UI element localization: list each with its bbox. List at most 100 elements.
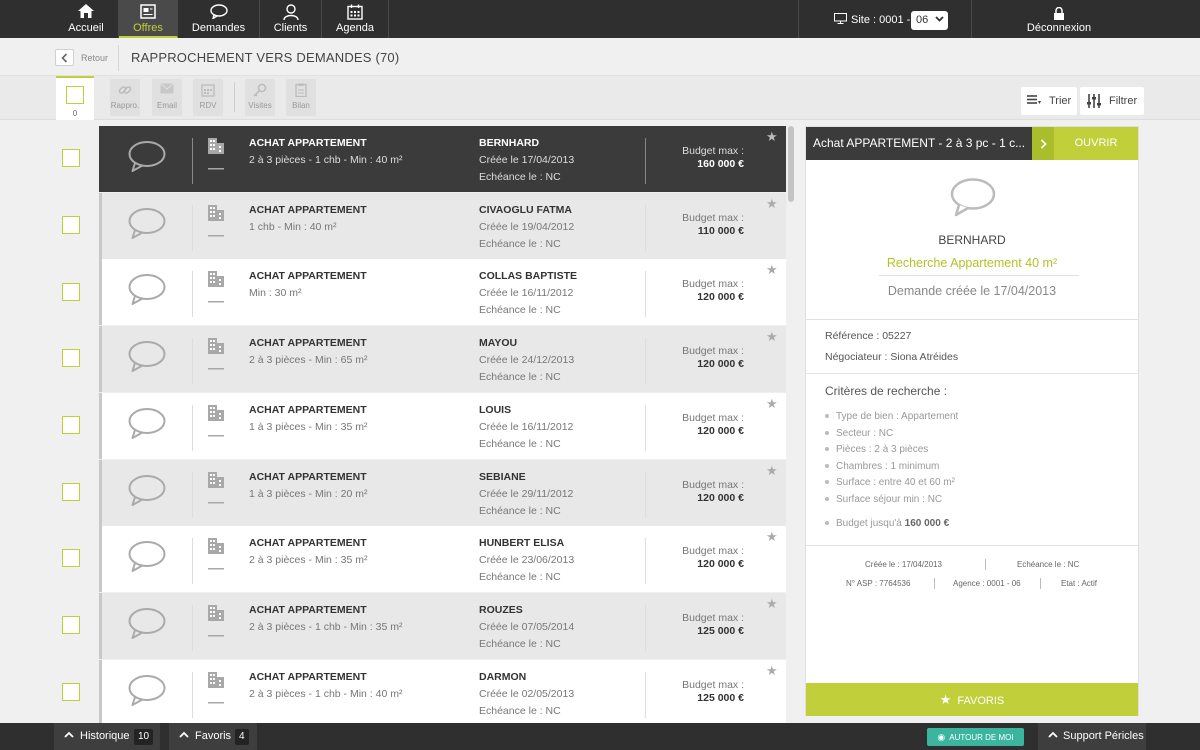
rappro-button[interactable]: Rappro. bbox=[110, 79, 140, 116]
list-item[interactable]: ACHAT APPARTEMENT 1 à 3 pièces - Min : 20… bbox=[99, 459, 786, 526]
divider bbox=[645, 204, 646, 251]
speech-bubble-icon bbox=[127, 140, 167, 178]
row-checkbox[interactable] bbox=[62, 216, 80, 234]
list-item[interactable]: ACHAT APPARTEMENT 1 chb - Min : 40 m² CIVA… bbox=[99, 192, 786, 259]
row-checkbox[interactable] bbox=[62, 549, 80, 567]
user-icon bbox=[260, 0, 321, 22]
budget-label: Budget max : bbox=[682, 211, 744, 224]
top-navigation: Accueil Offres Demandes Clients Agenda S… bbox=[0, 0, 1200, 38]
demand-list: ACHAT APPARTEMENT 2 à 3 pièces - 1 chb - … bbox=[99, 126, 786, 723]
row-checkbox[interactable] bbox=[62, 616, 80, 634]
list-item[interactable]: ACHAT APPARTEMENT 2 à 3 pièces - 1 chb - … bbox=[99, 126, 786, 192]
client-name: CIVAOGLU FATMA bbox=[479, 203, 572, 216]
calendar-icon bbox=[193, 79, 223, 101]
budget-value: 120 000 € bbox=[697, 491, 744, 504]
list-scrollbar[interactable] bbox=[788, 126, 794, 723]
row-checkbox[interactable] bbox=[62, 416, 80, 434]
filter-button[interactable]: Filtrer bbox=[1080, 87, 1144, 115]
building-icon bbox=[208, 671, 224, 709]
star-icon[interactable]: ★ bbox=[766, 596, 778, 612]
star-icon[interactable]: ★ bbox=[766, 329, 778, 345]
created-date: Créée le 29/11/2012 bbox=[479, 487, 574, 500]
property-criteria: 1 chb - Min : 40 m² bbox=[249, 220, 337, 233]
created-date: Créée le 24/12/2013 bbox=[479, 354, 575, 367]
chevron-right-icon[interactable] bbox=[1032, 127, 1054, 160]
row-indicator bbox=[99, 259, 102, 326]
star-icon[interactable]: ★ bbox=[766, 129, 778, 145]
created-date: Créée le 17/04/2013 bbox=[479, 154, 575, 166]
row-checkbox[interactable] bbox=[62, 483, 80, 501]
lock-icon bbox=[1000, 0, 1118, 22]
history-button[interactable]: Historique 10 bbox=[54, 723, 160, 750]
email-button[interactable]: Email bbox=[152, 79, 182, 116]
budget-value: 125 000 € bbox=[697, 691, 744, 704]
criteria-item: Secteur : NC bbox=[825, 428, 893, 439]
clipboard-icon bbox=[286, 79, 316, 101]
row-checkbox[interactable] bbox=[62, 349, 80, 367]
speech-bubble-icon bbox=[949, 177, 997, 222]
list-item[interactable]: ACHAT APPARTEMENT 2 à 3 pièces - 1 chb - … bbox=[99, 659, 786, 723]
visites-button[interactable]: Visites bbox=[245, 79, 275, 116]
detail-panel: Achat APPARTEMENT - 2 à 3 pc - 1 c... OU… bbox=[805, 126, 1139, 716]
divider bbox=[645, 604, 646, 651]
list-item[interactable]: ACHAT APPARTEMENT 2 à 3 pièces - Min : 35… bbox=[99, 526, 786, 593]
favorites-button[interactable]: Favoris 4 bbox=[169, 723, 257, 750]
sort-button[interactable]: Trier bbox=[1021, 87, 1077, 115]
divider bbox=[806, 319, 1138, 320]
select-all: 0 bbox=[56, 76, 94, 120]
star-icon[interactable]: ★ bbox=[766, 196, 778, 212]
nav-offres[interactable]: Offres bbox=[119, 0, 178, 38]
list-item[interactable]: ACHAT APPARTEMENT 2 à 3 pièces - Min : 65… bbox=[99, 326, 786, 393]
property-criteria: Min : 30 m² bbox=[249, 287, 302, 300]
logout-button[interactable]: Déconnexion bbox=[1000, 0, 1118, 38]
support-button[interactable]: Support Péricles bbox=[1038, 723, 1146, 750]
budget-label: Budget max : bbox=[682, 611, 744, 624]
nav-demandes[interactable]: Demandes bbox=[178, 0, 260, 38]
row-checkbox[interactable] bbox=[62, 149, 80, 167]
around-me-button[interactable]: ◉ AUTOUR DE MOI bbox=[927, 728, 1024, 746]
speech-bubble-icon bbox=[127, 407, 167, 445]
site-select[interactable]: 06 bbox=[911, 11, 948, 30]
open-button[interactable]: OUVRIR bbox=[1054, 127, 1138, 160]
select-all-checkbox[interactable] bbox=[66, 86, 84, 104]
list-item[interactable]: ACHAT APPARTEMENT Min : 30 m² COLLAS BAPTI… bbox=[99, 259, 786, 326]
row-indicator bbox=[99, 592, 102, 659]
nav-accueil[interactable]: Accueil bbox=[54, 0, 119, 38]
page-title: RAPPROCHEMENT VERS DEMANDES (70) bbox=[131, 50, 400, 65]
divider bbox=[645, 538, 646, 585]
nav-clients[interactable]: Clients bbox=[260, 0, 322, 38]
list-item[interactable]: ACHAT APPARTEMENT 2 à 3 pièces - 1 chb - … bbox=[99, 592, 786, 659]
action-toolbar: 0 Rappro. Email RDV Visites Bilan Trier bbox=[0, 76, 1200, 120]
footer-due: Echéance le : NC bbox=[1017, 560, 1080, 569]
bilan-button[interactable]: Bilan bbox=[286, 79, 316, 116]
created-date: Créée le 16/11/2012 bbox=[479, 420, 574, 433]
property-type: ACHAT APPARTEMENT bbox=[249, 403, 367, 416]
criteria-item: Pièces : 2 à 3 pièces bbox=[825, 444, 928, 455]
budget-label: Budget max : bbox=[682, 545, 744, 558]
nav-agenda[interactable]: Agenda bbox=[322, 0, 389, 38]
favoris-button[interactable]: ★ FAVORIS bbox=[806, 683, 1138, 716]
star-icon[interactable]: ★ bbox=[766, 663, 778, 679]
rdv-button[interactable]: RDV bbox=[193, 79, 223, 116]
back-label[interactable]: Retour bbox=[81, 53, 108, 63]
star-icon[interactable]: ★ bbox=[766, 262, 778, 278]
back-button[interactable] bbox=[55, 49, 74, 66]
footer-created: Créée le : 17/04/2013 bbox=[865, 560, 942, 569]
star-icon[interactable]: ★ bbox=[766, 396, 778, 412]
criteria-item: Surface : entre 40 et 60 m² bbox=[825, 477, 955, 488]
scrollbar-thumb[interactable] bbox=[788, 126, 794, 202]
property-criteria: 2 à 3 pièces - Min : 35 m² bbox=[249, 554, 368, 567]
property-type: ACHAT APPARTEMENT bbox=[249, 670, 367, 683]
list-item[interactable]: ACHAT APPARTEMENT 1 à 3 pièces - Min : 35… bbox=[99, 392, 786, 459]
budget-label: Budget max : bbox=[682, 411, 744, 424]
property-type: ACHAT APPARTEMENT bbox=[249, 470, 367, 483]
star-icon[interactable]: ★ bbox=[766, 463, 778, 479]
star-icon[interactable]: ★ bbox=[766, 529, 778, 545]
detail-negotiator: Négociateur : Siona Atréides bbox=[825, 351, 959, 363]
row-checkbox[interactable] bbox=[62, 683, 80, 701]
property-criteria: 1 à 3 pièces - Min : 35 m² bbox=[249, 420, 368, 433]
row-checkbox[interactable] bbox=[62, 283, 80, 301]
email-icon bbox=[152, 79, 182, 101]
divider bbox=[985, 559, 986, 570]
property-criteria: 1 à 3 pièces - Min : 20 m² bbox=[249, 487, 368, 500]
